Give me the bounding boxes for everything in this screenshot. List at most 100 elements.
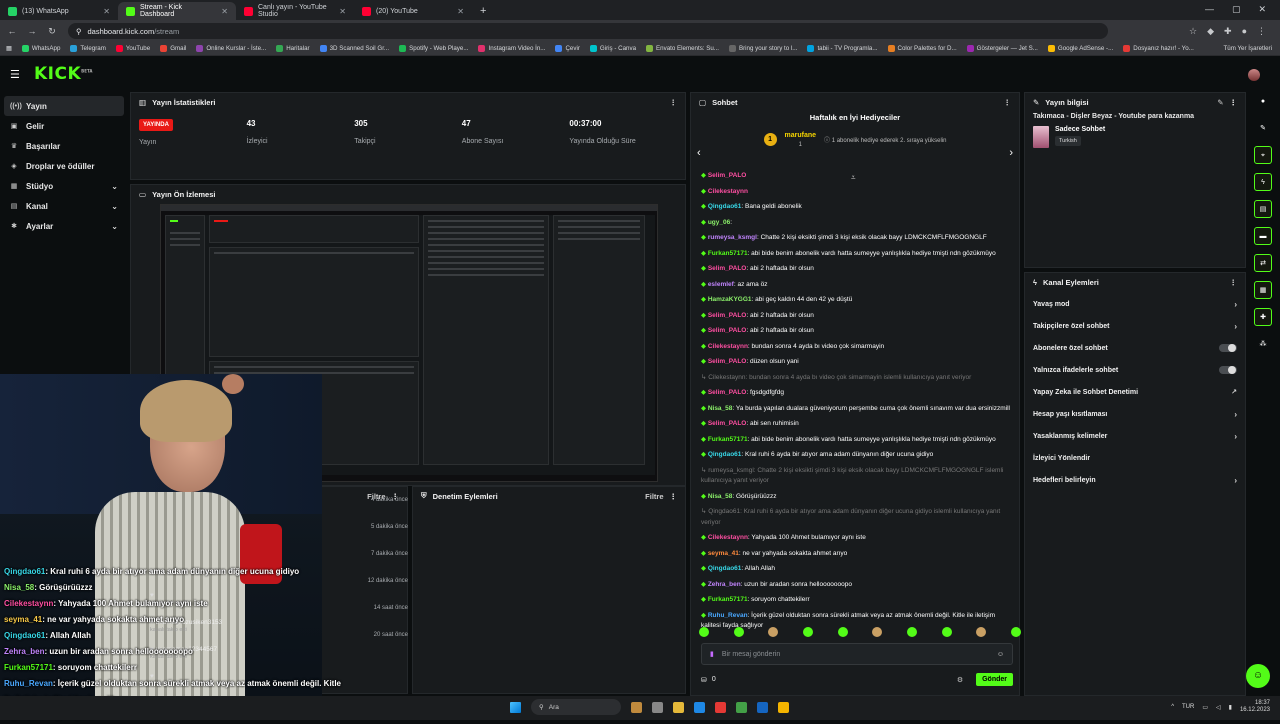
emote-icon[interactable] bbox=[942, 627, 952, 637]
channel-action-3[interactable]: Yalnızca ifadelerle sohbet bbox=[1025, 359, 1245, 381]
emoji-icon[interactable]: ☺ bbox=[997, 651, 1004, 658]
chat-username[interactable]: Cilekestaynn bbox=[708, 534, 748, 541]
close-window-icon[interactable]: ✕ bbox=[1258, 4, 1266, 15]
bookmark-7[interactable]: Spotify - Web Playe... bbox=[399, 45, 468, 52]
channel-action-1[interactable]: Takipçilere özel sohbet› bbox=[1025, 315, 1245, 337]
tray-chevron-icon[interactable]: ^ bbox=[1171, 704, 1174, 710]
chevron-right-icon[interactable]: › bbox=[1009, 147, 1013, 159]
chat-username[interactable]: Nisa_58 bbox=[708, 493, 733, 500]
moderation-filter[interactable]: Filtre bbox=[645, 492, 663, 501]
chat-username[interactable]: rumeysa_ksmgl bbox=[708, 234, 757, 241]
tab-close-icon[interactable]: ✕ bbox=[339, 7, 346, 16]
chat-username[interactable]: Zehra_ben bbox=[708, 581, 741, 588]
emote-icon[interactable] bbox=[907, 627, 917, 637]
battery-icon[interactable]: ▮ bbox=[1229, 704, 1232, 711]
puzzle-icon[interactable]: ✚ bbox=[1224, 26, 1232, 37]
tab-close-icon[interactable]: ✕ bbox=[221, 7, 228, 16]
stream-info-edit-icon[interactable]: ✎ bbox=[1217, 98, 1223, 107]
bookmark-10[interactable]: Giriş - Canva bbox=[590, 45, 636, 52]
bookmark-0[interactable]: WhatsApp bbox=[22, 45, 61, 52]
reload-icon[interactable]: ↻ bbox=[44, 26, 60, 37]
chrome-icon[interactable] bbox=[715, 702, 726, 713]
tab-1[interactable]: Stream - Kick Dashboard✕ bbox=[118, 2, 236, 20]
emote-icon[interactable] bbox=[699, 627, 709, 637]
network-icon[interactable]: ▭ bbox=[1202, 704, 1208, 711]
bookmark-15[interactable]: Göstergeler — Jet S... bbox=[967, 45, 1038, 52]
emote-icon[interactable] bbox=[838, 627, 848, 637]
emote-icon[interactable] bbox=[768, 627, 778, 637]
sidebar-item-5[interactable]: ▤Kanal⌄ bbox=[4, 196, 124, 216]
channel-action-7[interactable]: İzleyici Yönlendir bbox=[1025, 447, 1245, 469]
nodes-icon[interactable]: ⁂ bbox=[1254, 335, 1272, 353]
target-icon[interactable]: ⌖ bbox=[1254, 146, 1272, 164]
emote-icon[interactable] bbox=[734, 627, 744, 637]
sidebar-item-6[interactable]: ✱Ayarlar⌄ bbox=[4, 216, 124, 236]
star-icon[interactable]: ☆ bbox=[1189, 26, 1197, 37]
stream-info-menu-icon[interactable]: ⋮ bbox=[1230, 98, 1238, 107]
bookmark-2[interactable]: YouTube bbox=[116, 45, 150, 52]
tab-close-icon[interactable]: ✕ bbox=[457, 7, 464, 16]
clock[interactable]: 18:3716.12.2023 bbox=[1240, 700, 1270, 714]
chat-settings-icon[interactable]: ⚙ bbox=[957, 676, 963, 684]
new-tab-icon[interactable]: + bbox=[472, 2, 494, 20]
toggle-switch[interactable] bbox=[1219, 344, 1237, 352]
forward-icon[interactable]: → bbox=[24, 26, 40, 36]
microphone-icon[interactable]: ▮ bbox=[710, 650, 714, 658]
url-input[interactable]: ⚲ dashboard.kick.com/stream bbox=[68, 23, 1108, 39]
chat-username[interactable]: ugy_06 bbox=[708, 219, 730, 226]
emote-icon[interactable] bbox=[872, 627, 882, 637]
moderation-menu-icon[interactable]: ⋮ bbox=[670, 492, 678, 501]
chat-username[interactable]: Qingdao61 bbox=[708, 565, 742, 572]
taskbar-search[interactable]: ⚲Ara bbox=[531, 699, 621, 715]
stats-menu-icon[interactable]: ⋮ bbox=[670, 98, 678, 107]
file-explorer-icon[interactable] bbox=[673, 702, 684, 713]
bookmark-12[interactable]: Bring your story to l... bbox=[729, 45, 797, 52]
chat-username[interactable]: Cilekestaynn bbox=[708, 188, 748, 195]
site-info-icon[interactable]: ⚲ bbox=[76, 27, 82, 36]
chat-username[interactable]: Furkan57171 bbox=[708, 250, 748, 257]
profile-icon[interactable]: ● bbox=[1242, 26, 1247, 37]
widgets-icon[interactable] bbox=[631, 702, 642, 713]
tab-2[interactable]: Canlı yayın - YouTube Studio✕ bbox=[236, 2, 354, 20]
browser-icon[interactable] bbox=[757, 702, 768, 713]
volume-icon[interactable]: ◁ bbox=[1216, 704, 1221, 711]
link-icon[interactable]: ⇄ bbox=[1254, 254, 1272, 272]
message-icon[interactable]: ▬ bbox=[1254, 227, 1272, 245]
tab-3[interactable]: (20) YouTube✕ bbox=[354, 2, 472, 20]
tab-0[interactable]: (13) WhatsApp✕ bbox=[0, 2, 118, 20]
chat-username[interactable]: Nisa_58 bbox=[708, 405, 733, 412]
layout-icon[interactable]: ▦ bbox=[1254, 281, 1272, 299]
channel-action-8[interactable]: Hedefleri belirleyin› bbox=[1025, 469, 1245, 491]
chat-username[interactable]: HamzaKYGG1 bbox=[708, 296, 752, 303]
menu-icon[interactable]: ☰ bbox=[10, 68, 26, 81]
lightning-icon[interactable]: ϟ bbox=[1254, 173, 1272, 191]
bookmark-9[interactable]: Çevir bbox=[555, 45, 579, 52]
chat-username[interactable]: Furkan57171 bbox=[708, 596, 748, 603]
sidebar-item-1[interactable]: ▣Gelir bbox=[4, 116, 124, 136]
points-icon[interactable]: ⛁ bbox=[701, 676, 707, 684]
chat-username[interactable]: Selim_PALO bbox=[708, 420, 747, 427]
bookmark-13[interactable]: tabii - TV Programla... bbox=[807, 45, 877, 52]
chat-username[interactable]: seyma_41 bbox=[708, 550, 739, 557]
kick-logo[interactable]: KICKBETA bbox=[34, 64, 92, 84]
channel-actions-menu-icon[interactable]: ⋮ bbox=[1230, 278, 1238, 287]
chat-username[interactable]: Cilekestaynn bbox=[708, 343, 748, 350]
chat-username[interactable]: Selim_PALO bbox=[708, 358, 747, 365]
extension-icon[interactable]: ◆ bbox=[1207, 26, 1214, 37]
channel-action-6[interactable]: Yasaklanmış kelimeler› bbox=[1025, 425, 1245, 447]
send-button[interactable]: Gönder bbox=[976, 673, 1013, 686]
bookmark-16[interactable]: Google AdSense -... bbox=[1048, 45, 1113, 52]
tab-close-icon[interactable]: ✕ bbox=[103, 7, 110, 16]
chat-username[interactable]: eslemlef bbox=[708, 281, 734, 288]
chat-username[interactable]: Qingdao61 bbox=[708, 203, 742, 210]
emote-icon[interactable] bbox=[1011, 627, 1021, 637]
bookmark-11[interactable]: Envato Elements: Su... bbox=[646, 45, 719, 52]
more-icon[interactable]: ⋮ bbox=[1257, 26, 1266, 37]
category-name[interactable]: Sadece Sohbet bbox=[1055, 126, 1105, 133]
chevron-left-icon[interactable]: ‹ bbox=[697, 147, 701, 159]
chat-username[interactable]: Selim_PALO bbox=[708, 389, 747, 396]
sidebar-item-4[interactable]: ▦Stüdyo⌄ bbox=[4, 176, 124, 196]
sidebar-item-0[interactable]: ((•))Yayın bbox=[4, 96, 124, 116]
edge-icon[interactable] bbox=[694, 702, 705, 713]
sidebar-item-2[interactable]: ♛Başarılar bbox=[4, 136, 124, 156]
